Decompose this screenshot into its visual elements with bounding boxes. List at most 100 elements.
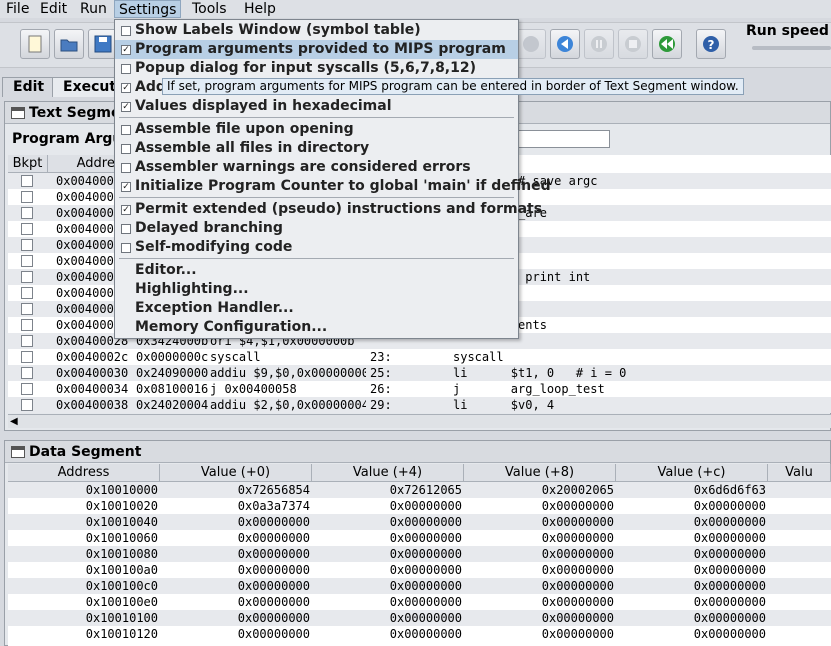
- scroll-left-icon[interactable]: ◀: [10, 416, 18, 427]
- open-file-button[interactable]: [54, 29, 84, 59]
- pause-icon: [591, 36, 607, 52]
- menu-item-label: Assembler warnings are considered errors: [135, 159, 471, 175]
- step-back-button[interactable]: [550, 29, 580, 59]
- table-row[interactable]: 0x00400034 0x08100016 j 0x00400058 26: j arg…: [8, 381, 831, 397]
- menu-item-assemble-file-upon-opening[interactable]: Assemble file upon opening: [115, 120, 518, 139]
- address-cell: 0x10010020: [85, 499, 158, 513]
- menu-item-memory-configuration[interactable]: Memory Configuration...: [115, 318, 518, 337]
- menu-file[interactable]: File: [2, 0, 33, 18]
- menu-settings[interactable]: Settings: [114, 0, 182, 18]
- table-row[interactable]: 0x00400038 0x24020004 addiu $2,$0,0x000000…: [8, 397, 831, 413]
- menu-item-values-displayed-in-hexadecimal[interactable]: ✓ Values displayed in hexadecimal: [115, 97, 518, 116]
- text-segment-scrollbar[interactable]: ◀: [8, 414, 831, 428]
- menu-item-permit-extended-pseudo-instructions-and-formats[interactable]: ✓ Permit extended (pseudo) instructions a…: [115, 200, 542, 219]
- menu-item-show-labels-window-symbol-table[interactable]: Show Labels Window (symbol table): [115, 21, 518, 40]
- table-row[interactable]: 0x10010020 0x0a3a7374 0x00000000 0x00000000…: [8, 498, 831, 514]
- column-header-value[interactable]: Valu: [768, 464, 831, 482]
- menu-item-assemble-all-files-in-directory[interactable]: Assemble all files in directory: [115, 139, 518, 158]
- address-cell: 0x100100c0: [85, 579, 158, 593]
- pause-button[interactable]: [584, 29, 614, 59]
- table-row[interactable]: 0x10010060 0x00000000 0x00000000 0x00000000…: [8, 530, 831, 546]
- menu-item-delayed-branching[interactable]: Delayed branching: [115, 219, 518, 238]
- menu-item-exception-handler[interactable]: Exception Handler...: [115, 299, 518, 318]
- menu-item-popup-dialog-for-input-syscalls-5-6-7-8-12[interactable]: Popup dialog for input syscalls (5,6,7,8…: [115, 59, 518, 78]
- breakpoint-checkbox[interactable]: [21, 399, 33, 411]
- program-arguments-input[interactable]: [515, 130, 610, 148]
- breakpoint-checkbox[interactable]: [21, 207, 33, 219]
- breakpoint-checkbox[interactable]: [21, 255, 33, 267]
- breakpoint-checkbox[interactable]: [21, 175, 33, 187]
- run-speed-slider[interactable]: [752, 46, 831, 50]
- code-cell: 0x24090000: [136, 366, 208, 380]
- backstep-button[interactable]: [516, 29, 546, 59]
- breakpoint-checkbox[interactable]: [21, 335, 33, 347]
- table-row[interactable]: 0x100100a0 0x00000000 0x00000000 0x00000000…: [8, 562, 831, 578]
- checked-checkbox-icon: ✓: [121, 45, 131, 55]
- stop-icon: [625, 36, 641, 52]
- menu-item-program-arguments-provided-to-mips-program[interactable]: ✓ Program arguments provided to MIPS prog…: [115, 40, 518, 59]
- checked-checkbox-icon: ✓: [121, 205, 131, 215]
- column-header-value[interactable]: Value (+c): [616, 464, 768, 482]
- breakpoint-checkbox[interactable]: [21, 383, 33, 395]
- help-button[interactable]: ?: [696, 29, 726, 59]
- reset-button[interactable]: [652, 29, 682, 59]
- menu-item-initialize-program-counter-to-global-main-if-defined[interactable]: ✓ Initialize Program Counter to global 'm…: [115, 177, 551, 196]
- menu-run[interactable]: Run: [76, 0, 111, 18]
- code-cell: 0x08100016: [136, 382, 208, 396]
- breakpoint-checkbox[interactable]: [21, 239, 33, 251]
- breakpoint-checkbox[interactable]: [21, 367, 33, 379]
- address-cell: 0x100100a0: [85, 563, 158, 577]
- value-cell: 0x00000000: [541, 531, 614, 545]
- address-cell: 0x10010120: [85, 627, 158, 641]
- breakpoint-checkbox[interactable]: [21, 351, 33, 363]
- menu-item-editor[interactable]: Editor...: [115, 261, 518, 280]
- column-header-value[interactable]: Address: [8, 464, 160, 482]
- stop-button[interactable]: [618, 29, 648, 59]
- menu-help[interactable]: Help: [240, 0, 280, 18]
- table-row[interactable]: 0x100100c0 0x00000000 0x00000000 0x00000000…: [8, 578, 831, 594]
- new-file-button[interactable]: [20, 29, 50, 59]
- tab-edit[interactable]: Edit: [2, 77, 56, 97]
- breakpoint-checkbox[interactable]: [21, 303, 33, 315]
- address-cell: 0x10010100: [85, 611, 158, 625]
- breakpoint-checkbox[interactable]: [21, 271, 33, 283]
- unchecked-checkbox-icon: [121, 125, 131, 135]
- menu-tools[interactable]: Tools: [188, 0, 231, 18]
- table-row[interactable]: 0x00400030 0x24090000 addiu $9,$0,0x000000…: [8, 365, 831, 381]
- menu-bar: File Edit Run Settings Tools Help: [0, 0, 831, 18]
- table-row[interactable]: 0x0040002c 0x0000000c syscall 23: syscall: [8, 349, 831, 365]
- checked-checkbox-icon: ✓: [121, 182, 131, 192]
- menu-item-self-modifying-code[interactable]: Self-modifying code: [115, 238, 518, 257]
- menu-item-assembler-warnings-are-considered-errors[interactable]: Assembler warnings are considered errors: [115, 158, 518, 177]
- table-row[interactable]: 0x10010000 0x72656854 0x72612065 0x20002065…: [8, 482, 831, 498]
- reset-icon: [659, 36, 675, 52]
- table-row[interactable]: 0x10010100 0x00000000 0x00000000 0x00000000…: [8, 610, 831, 626]
- table-row[interactable]: 0x10010120 0x00000000 0x00000000 0x00000000…: [8, 626, 831, 642]
- column-header-value[interactable]: Value (+8): [464, 464, 616, 482]
- column-header-value[interactable]: Value (+4): [312, 464, 464, 482]
- menu-item-label: Program arguments provided to MIPS progr…: [135, 41, 506, 57]
- value-cell: 0x72612065: [389, 483, 462, 497]
- menu-edit[interactable]: Edit: [36, 0, 71, 18]
- menu-item-highlighting[interactable]: Highlighting...: [115, 280, 518, 299]
- checked-checkbox-icon: ✓: [121, 83, 131, 93]
- unchecked-checkbox-icon: [121, 163, 131, 173]
- column-header-bkpt[interactable]: Bkpt: [8, 155, 48, 173]
- tooltip: If set, program arguments for MIPS progr…: [162, 78, 744, 95]
- table-row[interactable]: 0x100100e0 0x00000000 0x00000000 0x00000000…: [8, 594, 831, 610]
- address-cell: 0x100100e0: [85, 595, 158, 609]
- source-cell: syscall: [453, 350, 504, 364]
- breakpoint-checkbox[interactable]: [21, 223, 33, 235]
- breakpoint-checkbox[interactable]: [21, 287, 33, 299]
- table-row[interactable]: 0x10010080 0x00000000 0x00000000 0x00000000…: [8, 546, 831, 562]
- breakpoint-checkbox[interactable]: [21, 191, 33, 203]
- value-cell: 0x00000000: [541, 595, 614, 609]
- menu-separator: [119, 117, 514, 118]
- menu-item-label: Memory Configuration...: [135, 319, 328, 335]
- value-cell: 0x00000000: [237, 627, 310, 641]
- column-header-value[interactable]: Value (+0): [160, 464, 312, 482]
- table-row[interactable]: 0x10010040 0x00000000 0x00000000 0x00000000…: [8, 514, 831, 530]
- value-cell: 0x00000000: [693, 627, 766, 641]
- breakpoint-checkbox[interactable]: [21, 319, 33, 331]
- data-segment-header: Address Value (+0) Value (+4) Value (+8) Val…: [8, 464, 831, 482]
